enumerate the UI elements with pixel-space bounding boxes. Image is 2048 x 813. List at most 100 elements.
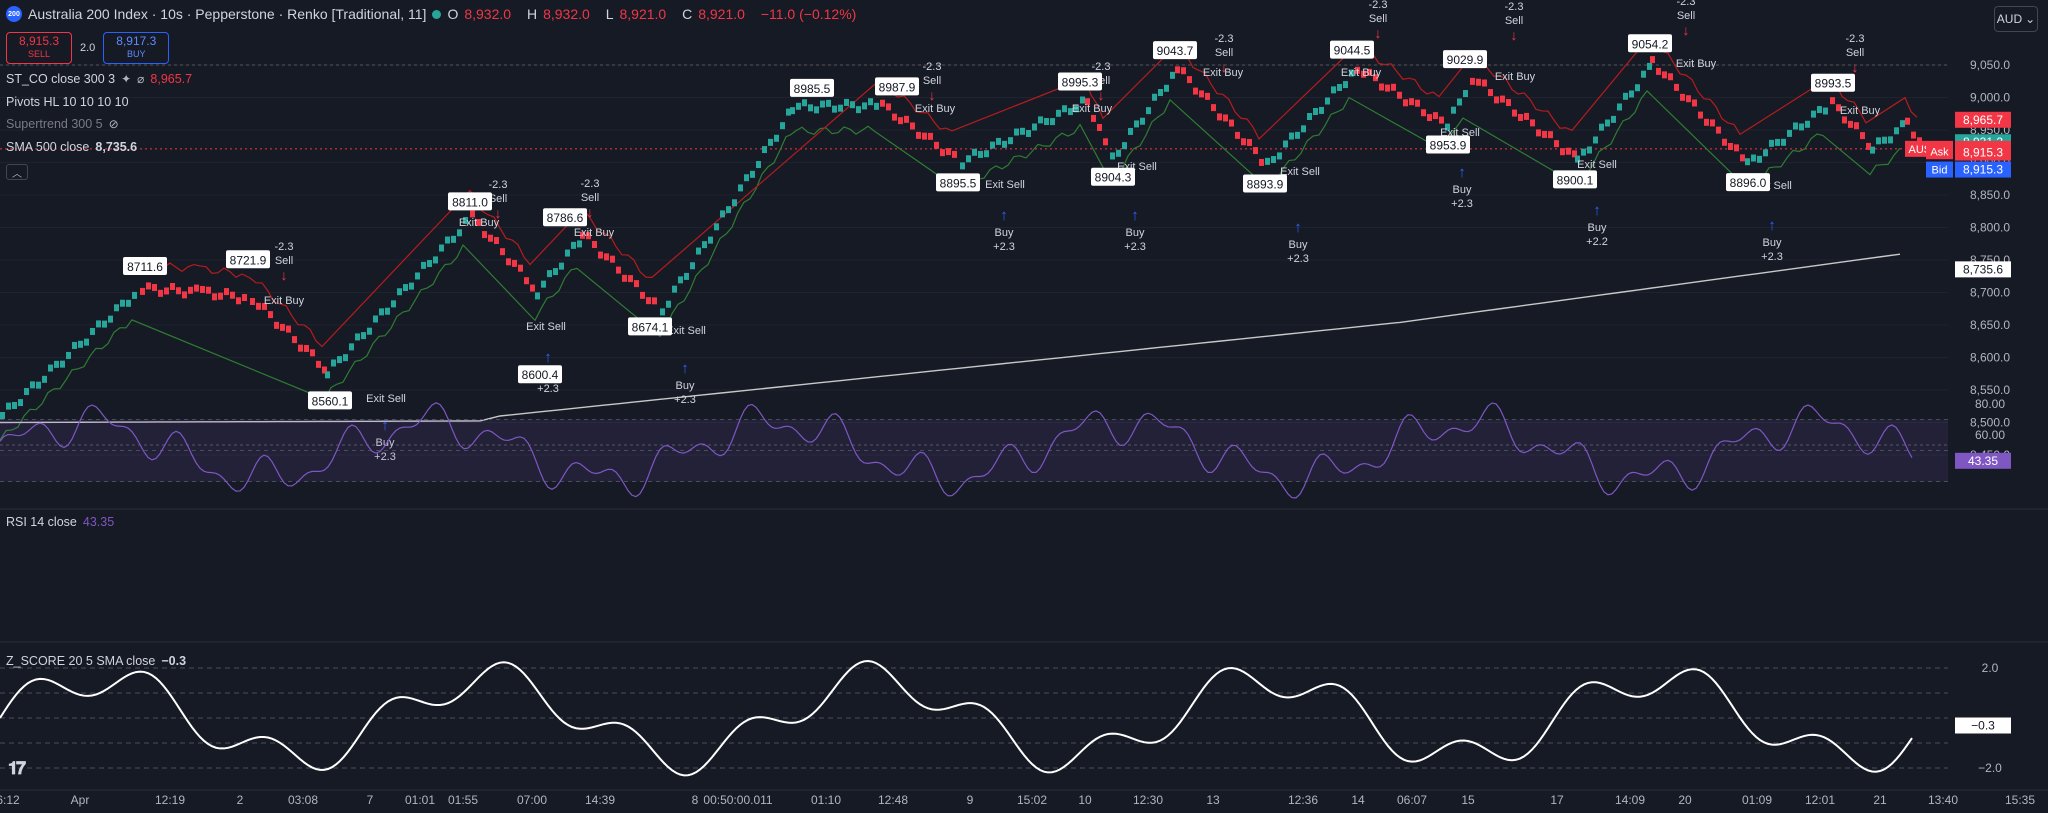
renko-brick [1745, 158, 1750, 166]
renko-brick [1894, 127, 1899, 135]
sell-label: Sell [581, 192, 599, 204]
renko-brick [1650, 56, 1655, 64]
time-tick: 13 [1206, 793, 1220, 807]
renko-brick [1740, 154, 1745, 162]
time-tick: 14:09 [1615, 793, 1645, 807]
renko-brick [1911, 131, 1916, 139]
sell-amount: -2.3 [275, 241, 294, 253]
renko-brick [337, 356, 342, 364]
renko-brick [1451, 106, 1456, 114]
renko-brick [559, 262, 564, 270]
renko-brick [1140, 117, 1145, 125]
renko-brick [397, 288, 402, 296]
renko-brick [500, 248, 505, 256]
renko-brick [1439, 116, 1444, 124]
renko-brick [1512, 109, 1517, 117]
time-tick: 12:19 [155, 793, 185, 807]
rsi-badge-text: 43.35 [1968, 454, 1998, 468]
renko-brick [1217, 113, 1222, 121]
renko-brick [790, 107, 795, 115]
renko-brick [928, 132, 933, 140]
renko-brick [54, 360, 59, 368]
renko-brick [1229, 119, 1234, 127]
time-tick: 03:08 [288, 793, 318, 807]
renko-brick [934, 141, 939, 149]
renko-brick [565, 249, 570, 257]
renko-brick [385, 307, 390, 315]
buy-amount: +2.3 [1451, 198, 1473, 210]
buy-arrow-icon: ↑ [1593, 202, 1601, 219]
chart-canvas[interactable]: -2.3Sell↓-2.3Sell↓-2.3Sell↓-2.3Sell↓-2.3… [0, 0, 2048, 813]
indicator-pivots[interactable]: Pivots HL 10 10 10 10 [6, 95, 129, 109]
currency-selector[interactable]: AUD ⌄ [1994, 6, 2038, 32]
renko-brick [355, 333, 360, 341]
collapse-legend-button[interactable]: ︿ [6, 164, 28, 180]
renko-brick [850, 101, 855, 109]
renko-brick [541, 280, 546, 288]
renko-brick [120, 299, 125, 307]
renko-brick [1241, 138, 1246, 146]
renko-brick [1277, 152, 1282, 160]
buy-label: Buy [1289, 239, 1308, 251]
time-tick: 15 [1461, 793, 1475, 807]
renko-brick [720, 210, 725, 218]
renko-brick [433, 256, 438, 264]
renko-brick [200, 285, 205, 293]
renko-brick [331, 359, 336, 367]
renko-brick [1611, 115, 1616, 123]
renko-brick [427, 260, 432, 268]
renko-brick [1494, 96, 1499, 104]
buy-label: Buy [1126, 227, 1145, 239]
symbol-title[interactable]: Australia 200 Index · 10s · Pepperstone … [28, 6, 426, 22]
settings-icon[interactable]: ✦ [121, 72, 131, 86]
renko-brick [960, 162, 965, 170]
buy-arrow-icon: ↑ [544, 349, 552, 366]
renko-brick [1662, 71, 1667, 79]
sell-button[interactable]: 8,915.3 SELL [6, 32, 72, 64]
rsi-legend[interactable]: RSI 14 close 43.35 [6, 515, 114, 529]
renko-brick [90, 327, 95, 335]
renko-brick [361, 332, 366, 340]
renko-brick [1463, 90, 1468, 98]
pivot-high-label: 8993.5 [1815, 77, 1852, 91]
renko-brick [672, 285, 677, 293]
renko-brick [946, 148, 951, 156]
price-axis[interactable]: 9,050.09,000.08,950.08,900.08,850.08,800… [1905, 58, 2011, 775]
exit-sell-label: Exit Sell [985, 179, 1025, 191]
renko-brick [1158, 88, 1163, 96]
indicator-st-co[interactable]: ST_CO close 300 3 ✦ ⌀ 8,965.7 [6, 72, 192, 86]
sell-arrow-icon: ↓ [1511, 27, 1518, 43]
renko-brick [176, 287, 181, 295]
renko-brick [762, 146, 767, 154]
sell-arrow-icon: ↓ [1852, 59, 1859, 75]
renko-brick [1259, 158, 1264, 166]
renko-brick [1623, 92, 1628, 100]
renko-brick [1038, 116, 1043, 124]
renko-brick [880, 99, 885, 107]
time-tick: 15:02 [1017, 793, 1047, 807]
renko-brick [571, 241, 576, 249]
time-tick: 14 [1351, 793, 1365, 807]
price-tick: 8,700.0 [1970, 286, 2010, 300]
renko-brick [1769, 139, 1774, 147]
buy-label: Buy [676, 380, 695, 392]
time-axis[interactable]: 6:12 Apr 12:19 2 03:08 7 01:01 01:55 07:00 14:39 8… [0, 789, 2048, 807]
renko-brick [132, 291, 137, 299]
exit-buy-label: Exit Buy [915, 103, 956, 115]
hidden-eye-icon[interactable]: ⊘ [109, 117, 119, 131]
renko-brick [96, 320, 101, 328]
indicator-sma[interactable]: SMA 500 close 8,735.6 [6, 140, 137, 154]
indicator-supertrend[interactable]: Supertrend 300 5 ⊘ [6, 117, 119, 131]
renko-brick [1680, 93, 1685, 101]
zscore-legend[interactable]: Z_SCORE 20 5 SMA close −0.3 [6, 654, 186, 668]
renko-brick [1331, 86, 1336, 94]
pivot-low-label: 8900.1 [1557, 173, 1594, 187]
buy-button[interactable]: 8,917.3 BUY [103, 32, 170, 64]
renko-brick [1482, 79, 1487, 87]
renko-brick [1506, 99, 1511, 107]
pivot-low-label: 8560.1 [312, 394, 349, 408]
renko-brick [1848, 120, 1853, 128]
renko-brick [1175, 66, 1180, 74]
renko-brick [1536, 129, 1541, 137]
renko-brick [1457, 98, 1462, 106]
